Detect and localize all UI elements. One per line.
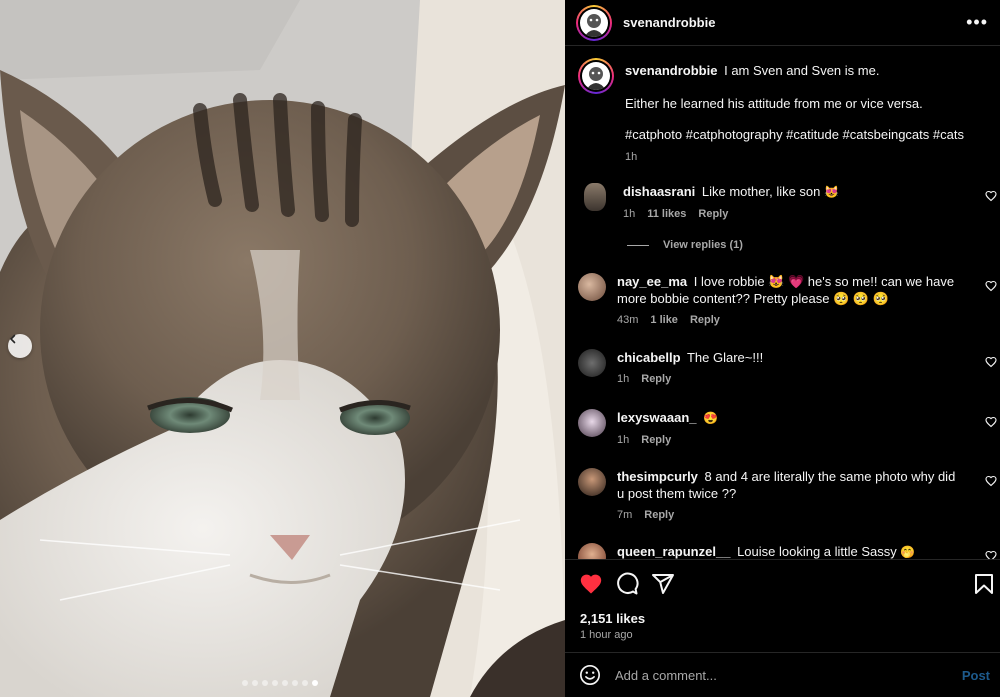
caption-time: 1h xyxy=(625,151,638,163)
post-time: 1 hour ago xyxy=(580,629,633,641)
cat-photo-image xyxy=(0,0,565,697)
comment-time: 43m xyxy=(617,314,639,326)
post-comment-button[interactable]: Post xyxy=(962,668,990,683)
reply-button[interactable]: Reply xyxy=(641,432,671,449)
comment-text: The Glare~!!! xyxy=(686,350,764,365)
emoji-icon[interactable] xyxy=(579,664,601,686)
caption-avatar[interactable] xyxy=(578,58,614,94)
commenter-avatar[interactable] xyxy=(578,468,606,496)
author-username[interactable]: svenandrobbie xyxy=(623,15,966,30)
commenter-avatar[interactable] xyxy=(578,273,606,301)
comment-item: chicabellp The Glare~!!! 1h Reply xyxy=(565,349,1000,388)
post-photo[interactable] xyxy=(0,0,565,697)
add-comment-bar: Post xyxy=(565,652,1000,697)
author-avatar[interactable] xyxy=(576,4,612,41)
carousel-indicator xyxy=(242,680,318,686)
caption-username[interactable]: svenandrobbie xyxy=(625,63,717,78)
comment-likes[interactable]: 1 like xyxy=(650,312,678,329)
commenter-avatar[interactable] xyxy=(578,349,606,377)
commenter-avatar[interactable] xyxy=(578,543,606,559)
comment-emoji: 😍 xyxy=(703,411,719,425)
comment-text: Louise looking a little Sassy xyxy=(737,544,897,559)
carousel-dot xyxy=(292,680,298,686)
comment-time: 1h xyxy=(617,434,630,446)
like-comment-icon[interactable] xyxy=(985,550,997,559)
caption-line-1: I am Sven and Sven is me. xyxy=(724,63,880,78)
comment-emoji: 🤭 xyxy=(900,545,916,559)
caption-hashtags[interactable]: #catphoto #catphotography #catitude #cat… xyxy=(625,126,970,143)
commenter-username[interactable]: lexyswaaan_ xyxy=(617,410,697,425)
comment-time: 1h xyxy=(623,208,636,220)
comment-input[interactable] xyxy=(615,667,962,683)
share-icon[interactable] xyxy=(651,572,675,596)
reply-button[interactable]: Reply xyxy=(698,206,728,223)
comment-item: thesimpcurly 8 and 4 are literally the s… xyxy=(565,468,1000,524)
post-header: svenandrobbie ••• xyxy=(565,0,1000,46)
chevron-left-icon xyxy=(9,334,16,344)
reply-button[interactable]: Reply xyxy=(644,507,674,524)
like-comment-icon[interactable] xyxy=(985,416,997,428)
comment-likes[interactable]: 11 likes xyxy=(647,206,686,223)
commenter-username[interactable]: nay_ee_ma xyxy=(617,274,687,289)
like-comment-icon[interactable] xyxy=(985,280,997,292)
carousel-dot xyxy=(272,680,278,686)
caption-line-2: Either he learned his attitude from me o… xyxy=(625,96,923,111)
reply-button[interactable]: Reply xyxy=(690,312,720,329)
like-comment-icon[interactable] xyxy=(985,190,997,202)
replies-divider xyxy=(627,244,649,246)
commenter-username[interactable]: chicabellp xyxy=(617,350,681,365)
view-replies-label: View replies (1) xyxy=(663,239,743,251)
more-options-icon[interactable]: ••• xyxy=(966,12,988,33)
comment-text: Like mother, like son xyxy=(701,184,821,199)
carousel-dot xyxy=(262,680,268,686)
post-sidebar: svenandrobbie ••• svenandrobbie I am Sve… xyxy=(565,0,1000,697)
carousel-dot xyxy=(312,680,318,686)
liked-heart-icon[interactable] xyxy=(579,572,603,596)
commenter-username[interactable]: queen_rapunzel__ xyxy=(617,544,730,559)
post-actions: 2,151 likes 1 hour ago xyxy=(565,559,1000,651)
commenter-username[interactable]: thesimpcurly xyxy=(617,469,698,484)
comment-time: 1h xyxy=(617,373,630,385)
carousel-dot xyxy=(252,680,258,686)
view-replies-button[interactable]: View replies (1) xyxy=(627,239,743,251)
comment-item: nay_ee_ma I love robbie 😻 💗 he's so me!!… xyxy=(565,273,1000,329)
comment-item: queen_rapunzel__ Louise looking a little… xyxy=(565,543,1000,559)
commenter-avatar[interactable] xyxy=(584,183,606,211)
comment-time: 7m xyxy=(617,509,633,521)
caption: svenandrobbie I am Sven and Sven is me. … xyxy=(565,58,1000,166)
previous-image-button[interactable] xyxy=(8,334,32,358)
commenter-avatar[interactable] xyxy=(578,409,606,437)
bookmark-icon[interactable] xyxy=(972,572,996,596)
comment-item: dishaasrani Like mother, like son 😻 1h 1… xyxy=(565,183,1000,223)
carousel-dot xyxy=(242,680,248,686)
carousel-dot xyxy=(282,680,288,686)
comment-emoji: 😻 xyxy=(824,185,839,199)
comment-icon[interactable] xyxy=(615,572,639,596)
like-comment-icon[interactable] xyxy=(985,475,997,487)
commenter-username[interactable]: dishaasrani xyxy=(623,184,695,199)
carousel-dot xyxy=(302,680,308,686)
comment-item: lexyswaaan_ 😍 1h Reply xyxy=(565,409,1000,449)
reply-button[interactable]: Reply xyxy=(641,371,671,388)
like-comment-icon[interactable] xyxy=(985,356,997,368)
likes-count[interactable]: 2,151 likes xyxy=(580,611,645,626)
comments-list[interactable]: svenandrobbie I am Sven and Sven is me. … xyxy=(565,47,1000,559)
